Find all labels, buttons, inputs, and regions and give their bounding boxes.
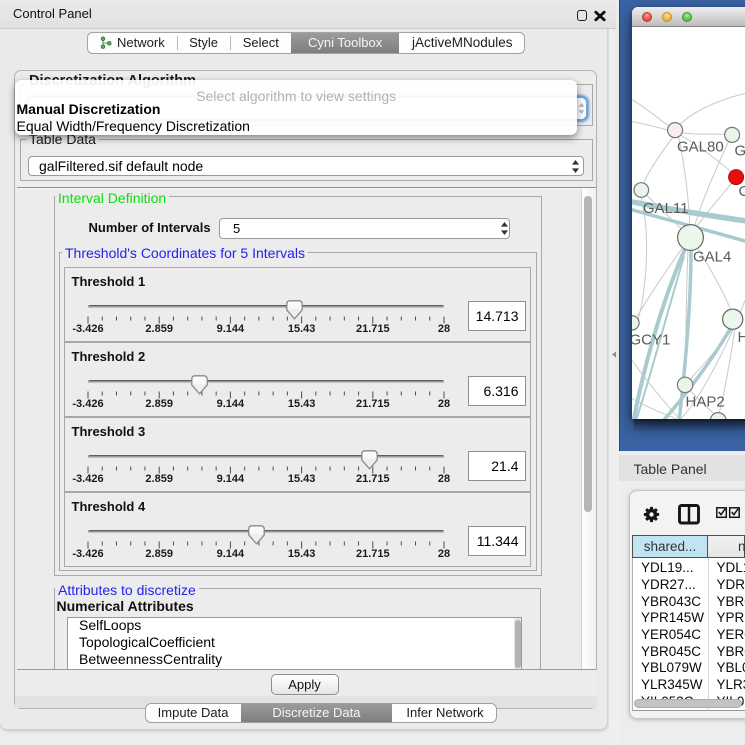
svg-text:GAL4: GAL4 (693, 248, 731, 265)
svg-text:H: H (738, 329, 745, 346)
svg-text:GCY1: GCY1 (632, 331, 670, 348)
svg-text:GAL11: GAL11 (643, 200, 689, 217)
svg-text:GA: GA (735, 142, 745, 159)
svg-text:C: C (739, 183, 745, 200)
svg-text:GAL80: GAL80 (677, 138, 724, 155)
svg-text:HAP2: HAP2 (686, 393, 725, 410)
